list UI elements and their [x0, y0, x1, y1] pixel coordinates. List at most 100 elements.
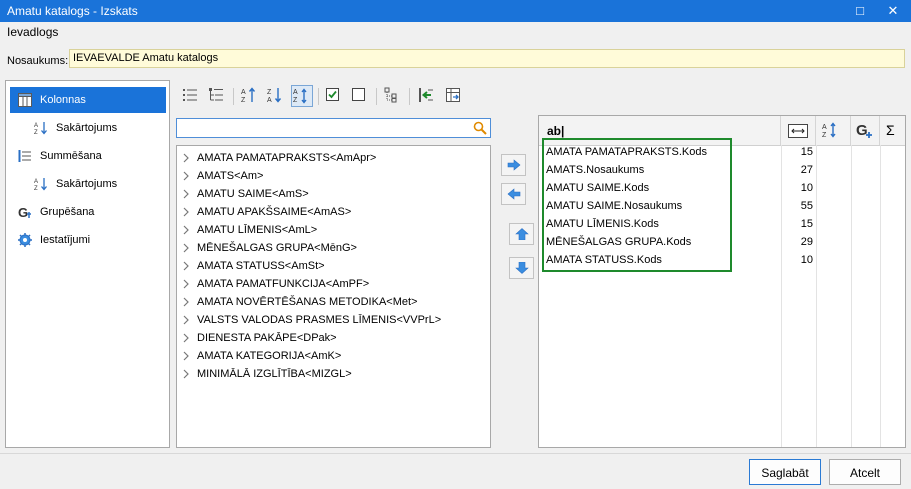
field-name: AMATU SAIME<AmS>	[197, 188, 309, 200]
header-name-label: ab|	[547, 124, 565, 138]
nav-item-label: Sakārtojums	[56, 178, 118, 190]
header-sort[interactable]: A Z	[816, 116, 851, 145]
list-item[interactable]: VALSTS VALODAS PRASMES LĪMENIS<VVPrL>	[177, 311, 490, 329]
arrow-down-icon	[515, 262, 529, 274]
chevron-right-icon[interactable]	[181, 278, 191, 290]
uncheck-all-button[interactable]	[349, 85, 371, 107]
chevron-right-icon[interactable]	[181, 242, 191, 254]
list-item[interactable]: AMATU APAKŠSAIME<AmAS>	[177, 203, 490, 221]
row-column-width[interactable]: 15	[781, 218, 813, 230]
chevron-right-icon[interactable]	[181, 314, 191, 326]
list-item[interactable]: AMATU LĪMENIS<AmL>	[177, 221, 490, 239]
move-down-button[interactable]	[509, 257, 534, 279]
maximize-button[interactable]: □	[847, 0, 873, 22]
field-name: AMATA KATEGORIJA<AmK>	[197, 350, 342, 362]
title-bar: Amatu katalogs - Izskats □ ✕	[0, 0, 911, 22]
header-sum[interactable]: Σ	[880, 116, 905, 145]
chevron-right-icon[interactable]	[181, 224, 191, 236]
check-all-button[interactable]	[323, 85, 345, 107]
header-name[interactable]: ab|	[539, 116, 781, 145]
list-item[interactable]: AMATU SAIME<AmS>	[177, 185, 490, 203]
row-column-width[interactable]: 55	[781, 200, 813, 212]
row-column-width[interactable]: 27	[781, 164, 813, 176]
nav-item-label: Sakārtojums	[56, 122, 118, 134]
uncheck-all-icon	[352, 88, 365, 101]
menu-item-ievadlogs[interactable]: Ievadlogs	[7, 25, 58, 39]
nav-item-summesana-sakartojums[interactable]: A Z Sakārtojums	[10, 171, 166, 197]
sort-az-toggle-button[interactable]: A Z	[291, 85, 313, 107]
add-field-button[interactable]	[501, 154, 526, 176]
nav-item-summesana[interactable]: Summēšana	[10, 143, 166, 169]
name-field[interactable]: IEVAEVALDE Amatu katalogs	[69, 49, 905, 68]
search-icon[interactable]	[473, 121, 487, 135]
row-column-width[interactable]: 10	[781, 182, 813, 194]
table-row[interactable]: AMATA PAMATAPRAKSTS.Kods 15	[539, 143, 905, 161]
list-item[interactable]: DIENESTA PAKĀPE<DPak>	[177, 329, 490, 347]
chevron-right-icon[interactable]	[181, 188, 191, 200]
sort-descending-button[interactable]: Z A	[265, 85, 287, 107]
field-name: AMATU APAKŠSAIME<AmAS>	[197, 206, 352, 218]
list-view-icon	[183, 89, 197, 101]
chevron-right-icon[interactable]	[181, 206, 191, 218]
field-name: AMATA PAMATFUNKCIJA<AmPF>	[197, 278, 370, 290]
chevron-right-icon[interactable]	[181, 170, 191, 182]
list-view-button[interactable]	[180, 85, 202, 107]
list-item[interactable]: AMATA PAMATFUNKCIJA<AmPF>	[177, 275, 490, 293]
nav-item-kolonnas[interactable]: Kolonnas	[10, 87, 166, 113]
arrow-left-icon	[507, 188, 521, 200]
chevron-right-icon[interactable]	[181, 152, 191, 164]
tree-view-icon	[209, 88, 223, 101]
nav-item-grupesana[interactable]: G Grupēšana	[10, 199, 166, 225]
table-row[interactable]: AMATU SAIME.Kods 10	[539, 179, 905, 197]
table-row[interactable]: AMATA STATUSS.Kods 10	[539, 251, 905, 269]
svg-text:G: G	[18, 205, 28, 219]
chevron-right-icon[interactable]	[181, 350, 191, 362]
list-item[interactable]: MINIMĀLĀ IZGLĪTĪBA<MIZGL>	[177, 365, 490, 383]
save-button[interactable]: Saglabāt	[749, 459, 821, 485]
list-item[interactable]: AMATA NOVĒRTĒŠANAS METODIKA<Met>	[177, 293, 490, 311]
search-input[interactable]	[179, 120, 469, 136]
export-icon	[446, 88, 460, 102]
chevron-right-icon[interactable]	[181, 368, 191, 380]
tree-view-button[interactable]	[206, 85, 228, 107]
header-width[interactable]	[781, 116, 816, 145]
header-group[interactable]: G	[851, 116, 880, 145]
list-item[interactable]: AMATA STATUSS<AmSt>	[177, 257, 490, 275]
row-column-width[interactable]: 10	[781, 254, 813, 266]
nav-item-label: Iestatījumi	[40, 234, 91, 246]
sort-az-icon: A Z	[34, 178, 47, 191]
nav-item-iestatijumi[interactable]: Iestatījumi	[10, 227, 166, 253]
table-row[interactable]: AMATU LĪMENIS.Kods 15	[539, 215, 905, 233]
toolbar-separator	[233, 88, 234, 105]
row-column-width[interactable]: 15	[781, 146, 813, 158]
nav-item-kolonnas-sakartojums[interactable]: A Z Sakārtojums	[10, 115, 166, 141]
chevron-right-icon[interactable]	[181, 260, 191, 272]
row-column-width[interactable]: 29	[781, 236, 813, 248]
chevron-right-icon[interactable]	[181, 332, 191, 344]
cancel-button[interactable]: Atcelt	[829, 459, 901, 485]
list-item[interactable]: AMATS<Am>	[177, 167, 490, 185]
svg-text:Z: Z	[241, 97, 246, 104]
remove-field-button[interactable]	[501, 183, 526, 205]
table-row[interactable]: AMATS.Nosaukums 27	[539, 161, 905, 179]
close-button[interactable]: ✕	[880, 0, 906, 22]
move-up-button[interactable]	[509, 223, 534, 245]
nav-item-label: Grupēšana	[40, 206, 95, 218]
sort-ascending-button[interactable]: A Z	[239, 85, 261, 107]
import-button[interactable]	[416, 85, 438, 107]
svg-text:G: G	[856, 122, 868, 139]
arrow-right-icon	[507, 159, 521, 171]
list-item[interactable]: AMATA PAMATAPRAKSTS<AmApr>	[177, 149, 490, 167]
list-item[interactable]: AMATA KATEGORIJA<AmK>	[177, 347, 490, 365]
export-button[interactable]	[443, 85, 465, 107]
list-item[interactable]: MĒNEŠALGAS GRUPA<MēnG>	[177, 239, 490, 257]
group-icon: G	[18, 205, 31, 219]
sort-ascending-icon: A Z	[241, 87, 256, 104]
hierarchy-button[interactable]	[382, 85, 404, 107]
sort-icon: A Z	[822, 122, 836, 139]
chevron-right-icon[interactable]	[181, 296, 191, 308]
table-row[interactable]: MĒNEŠALGAS GRUPA.Kods 29	[539, 233, 905, 251]
field-toolbar: A Z Z A A Z	[176, 84, 496, 110]
table-row[interactable]: AMATU SAIME.Nosaukums 55	[539, 197, 905, 215]
field-name: DIENESTA PAKĀPE<DPak>	[197, 332, 337, 344]
